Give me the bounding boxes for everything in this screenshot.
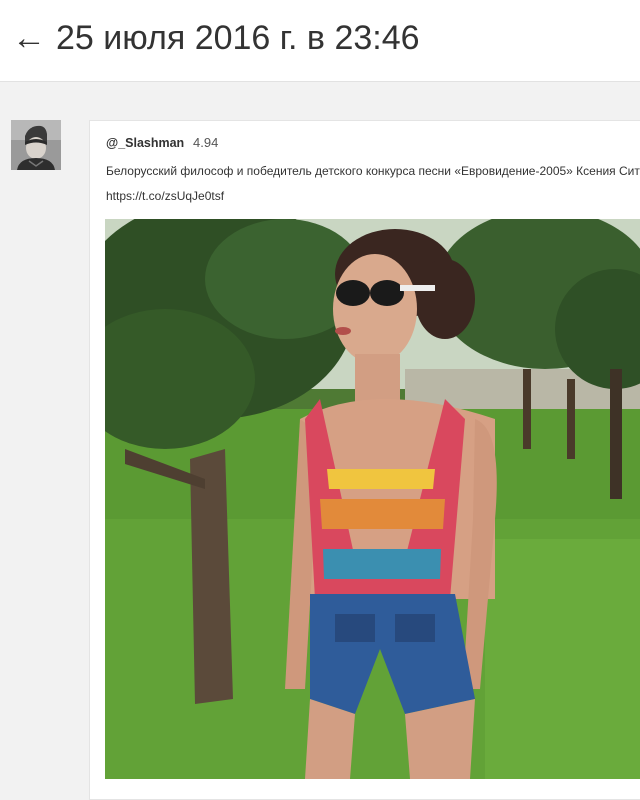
post-text: Белорусский философ и победитель детског… <box>106 164 640 178</box>
avatar-image <box>11 120 61 170</box>
header-bar: ← 25 июля 2016 г. в 23:46 <box>0 0 640 82</box>
post-photo[interactable] <box>105 219 640 779</box>
post-rating: 4.94 <box>193 135 219 150</box>
post-username[interactable]: @_Slashman <box>106 136 184 150</box>
post-link[interactable]: https://t.co/zsUqJe0tsf <box>106 189 224 203</box>
back-arrow-icon[interactable]: ← <box>12 16 46 60</box>
photo-image <box>105 219 640 779</box>
page-title: 25 июля 2016 г. в 23:46 <box>56 19 420 57</box>
avatar[interactable] <box>11 120 61 170</box>
post-card: @_Slashman 4.94 Белорусский философ и по… <box>89 120 640 800</box>
